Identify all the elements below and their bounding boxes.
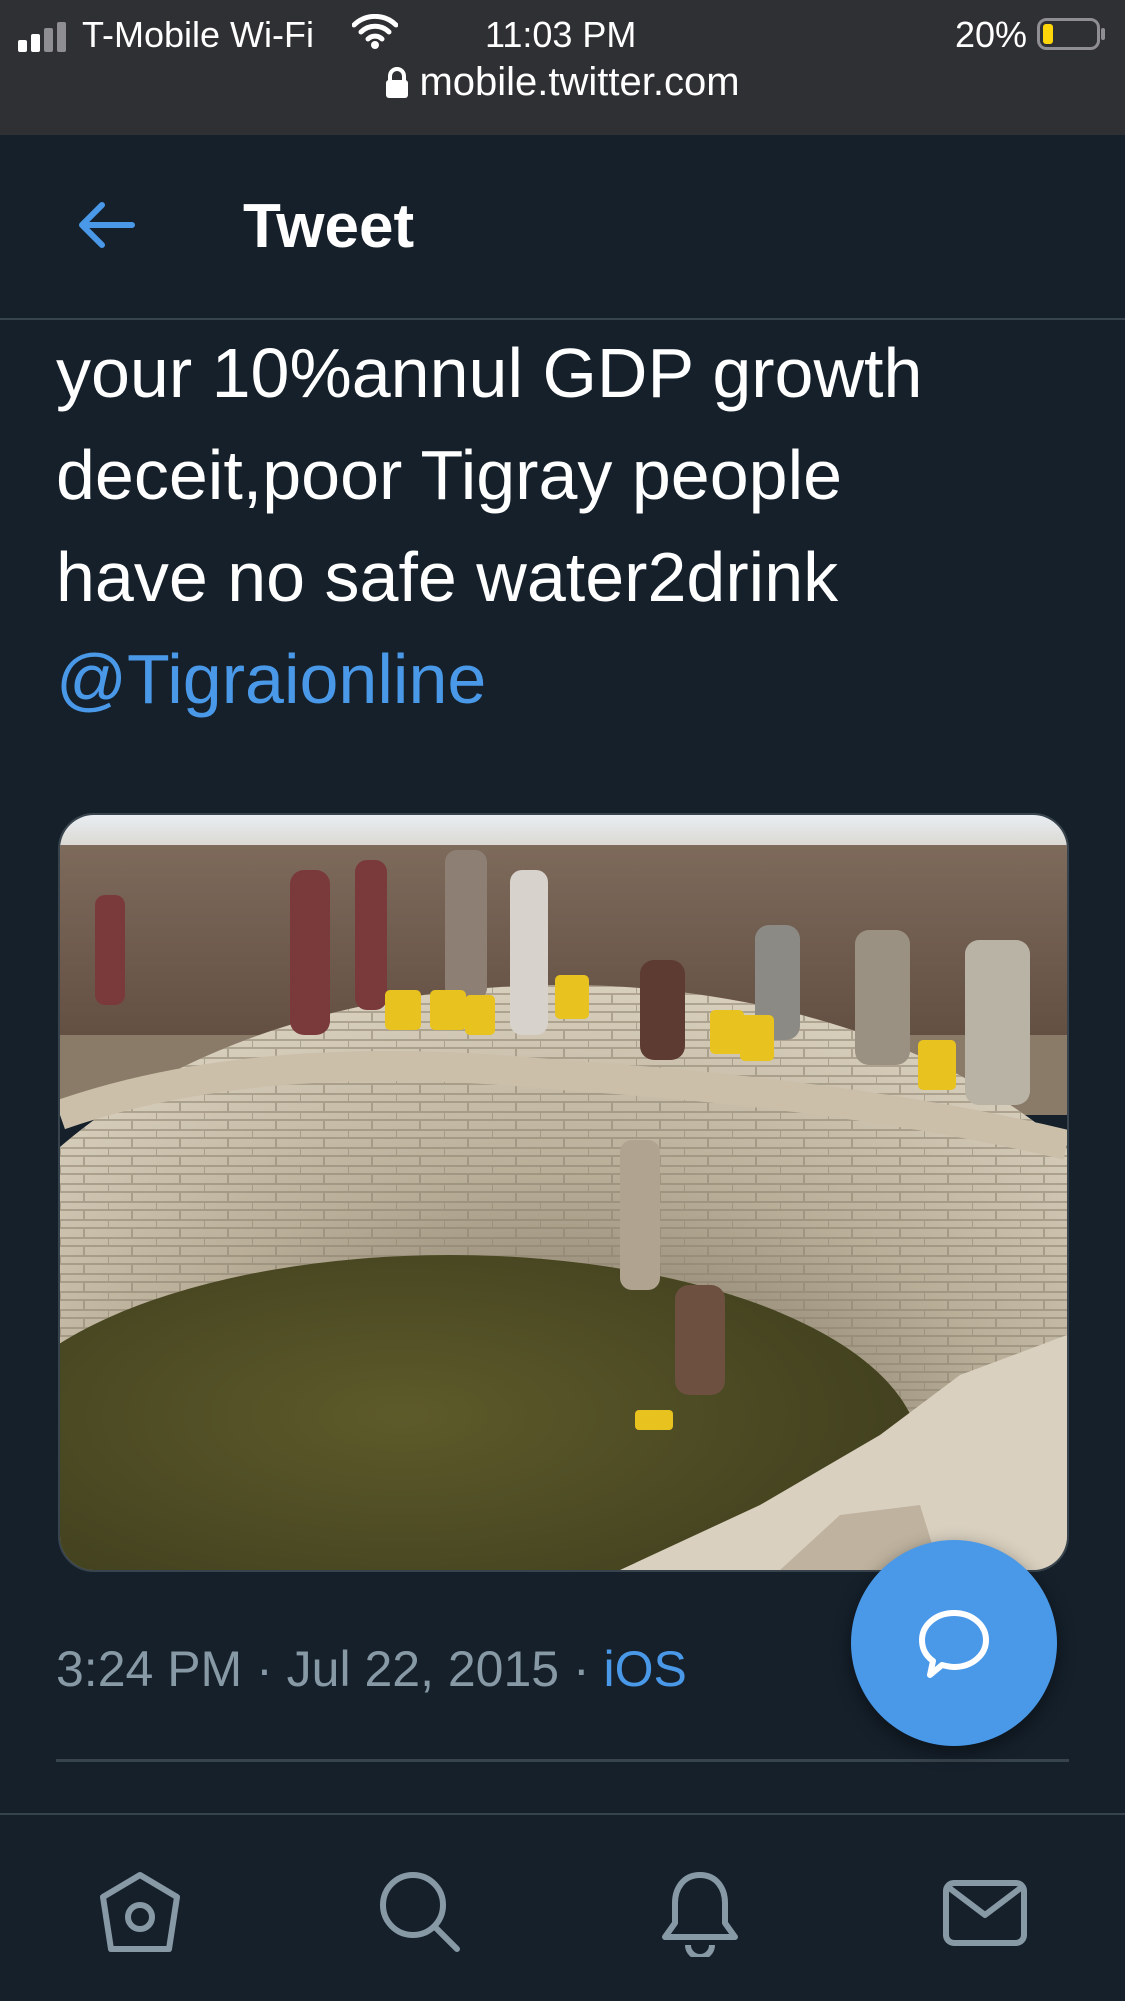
tweet-text-line: have no safe water2drink: [56, 538, 839, 616]
mail-icon[interactable]: [940, 1867, 1030, 1957]
carrier-label: T-Mobile Wi-Fi: [82, 14, 314, 55]
tweet-text: your 10%annul GDP growth deceit,poor Tig…: [56, 322, 1096, 730]
well-photo-illustration: [60, 815, 1067, 1570]
lock-icon: [386, 67, 409, 98]
url-text: mobile.twitter.com: [419, 60, 740, 104]
arrow-left-icon[interactable]: [72, 195, 142, 255]
status-time: 11:03 PM: [485, 14, 637, 55]
page-title: Tweet: [243, 192, 415, 261]
tweet-photo[interactable]: [58, 813, 1069, 1572]
cellular-signal-icon: [18, 22, 70, 52]
compose-reply-button[interactable]: [851, 1540, 1057, 1746]
tweet-timestamp: 3:24 PM · Jul 22, 2015 · iOS: [56, 1640, 687, 1698]
mention-link[interactable]: @Tigraionline: [56, 628, 1096, 730]
tweet-text-line: your 10%annul GDP growth: [56, 334, 923, 412]
battery-percent: 20%: [955, 14, 1028, 55]
tweet-header: Tweet: [0, 135, 1125, 320]
divider: [56, 1759, 1069, 1762]
timestamp-text: 3:24 PM · Jul 22, 2015 ·: [56, 1641, 604, 1697]
source-link[interactable]: iOS: [604, 1641, 687, 1697]
wifi-icon: [352, 14, 398, 49]
address-bar[interactable]: mobile.twitter.com: [0, 60, 1125, 116]
bottom-navigation: [0, 1815, 1125, 2001]
bell-icon[interactable]: [655, 1867, 745, 1957]
search-icon[interactable]: [375, 1867, 465, 1957]
home-icon[interactable]: [95, 1867, 185, 1957]
battery-icon: [1037, 18, 1105, 50]
speech-bubble-icon: [919, 1610, 989, 1678]
tweet-text-line: deceit,poor Tigray people: [56, 436, 843, 514]
status-bar: T-Mobile Wi-Fi 11:03 PM 20% mobile.twitt…: [0, 0, 1125, 135]
status-row: T-Mobile Wi-Fi 11:03 PM 20%: [0, 8, 1125, 60]
